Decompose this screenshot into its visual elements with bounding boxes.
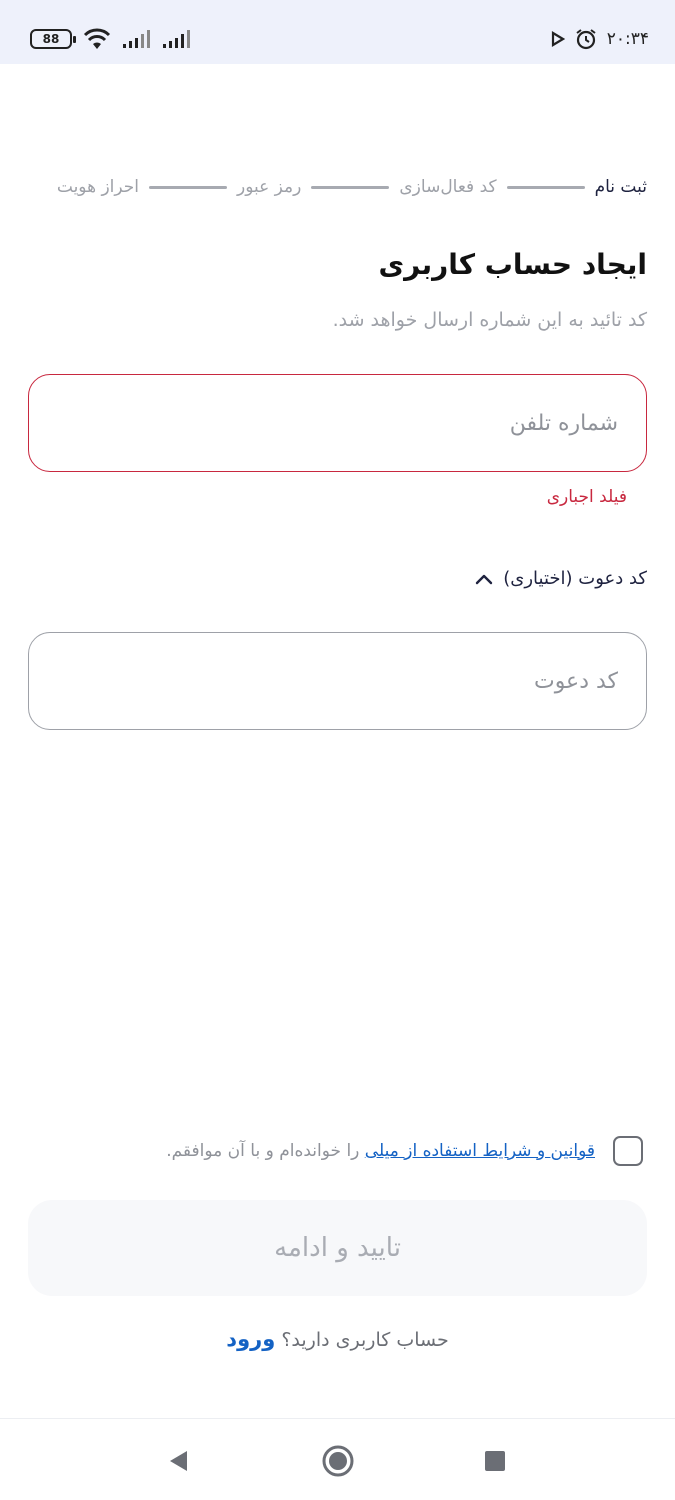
chevron-up-icon [476,574,493,584]
invite-code-toggle-label: کد دعوت (اختیاری) [503,568,647,589]
phone-error-message: فیلد اجباری [546,487,627,507]
signal-icon-2 [163,30,190,48]
step-connector [506,185,585,189]
home-circle-icon [322,1445,354,1477]
invite-code-input[interactable] [57,668,618,694]
play-icon [551,31,565,47]
phone-input[interactable] [57,410,618,436]
recents-square-icon [485,1451,505,1471]
step-connector [311,185,390,189]
invite-code-toggle[interactable]: کد دعوت (اختیاری) [475,568,647,589]
terms-row: قوانین و شرایط استفاده از میلی را خوانده… [60,1136,643,1166]
recents-nav-button[interactable] [475,1441,515,1481]
step-identity-verification: احراز هویت [56,177,139,197]
step-connector [149,185,227,189]
signal-icon [123,30,150,48]
terms-checkbox[interactable] [613,1136,643,1166]
clock-time: ۲۰:۳۴ [606,29,649,49]
login-prompt: حساب کاربری دارید؟ [275,1329,449,1351]
back-triangle-icon [170,1451,187,1471]
login-row: حساب کاربری دارید؟ ورود [0,1327,675,1351]
signup-screen: 88 [0,0,675,1500]
invite-code-field[interactable] [28,632,647,730]
battery-level: 88 [42,32,60,46]
alarm-icon [576,29,596,50]
terms-text: قوانین و شرایط استفاده از میلی را خوانده… [166,1141,595,1161]
status-left: 88 [30,25,192,53]
back-nav-button[interactable] [158,1441,198,1481]
login-link[interactable]: ورود [226,1327,275,1351]
confirm-continue-button[interactable]: تایید و ادامه [28,1200,647,1296]
phone-field[interactable] [28,374,647,472]
page-subtitle: کد تائید به این شماره ارسال خواهد شد. [332,309,647,331]
system-nav-bar [0,1419,675,1500]
step-activation-code: کد فعال‌سازی [399,177,497,197]
status-right: ۲۰:۳۴ [551,25,649,53]
terms-link[interactable]: قوانین و شرایط استفاده از میلی [365,1141,595,1161]
home-nav-button[interactable] [318,1441,358,1481]
status-bar: 88 ۲۰:۳۴ [0,0,675,64]
signup-stepper: ثبت نام کد فعال‌سازی رمز عبور احراز هویت [28,172,647,202]
wifi-icon [83,28,111,49]
terms-suffix: را خوانده‌ام و با آن موافقم. [166,1141,365,1161]
battery-icon: 88 [30,29,76,49]
page-title: ایجاد حساب کاربری [378,248,647,281]
step-password: رمز عبور [237,177,302,197]
step-signup: ثبت نام [594,177,647,197]
